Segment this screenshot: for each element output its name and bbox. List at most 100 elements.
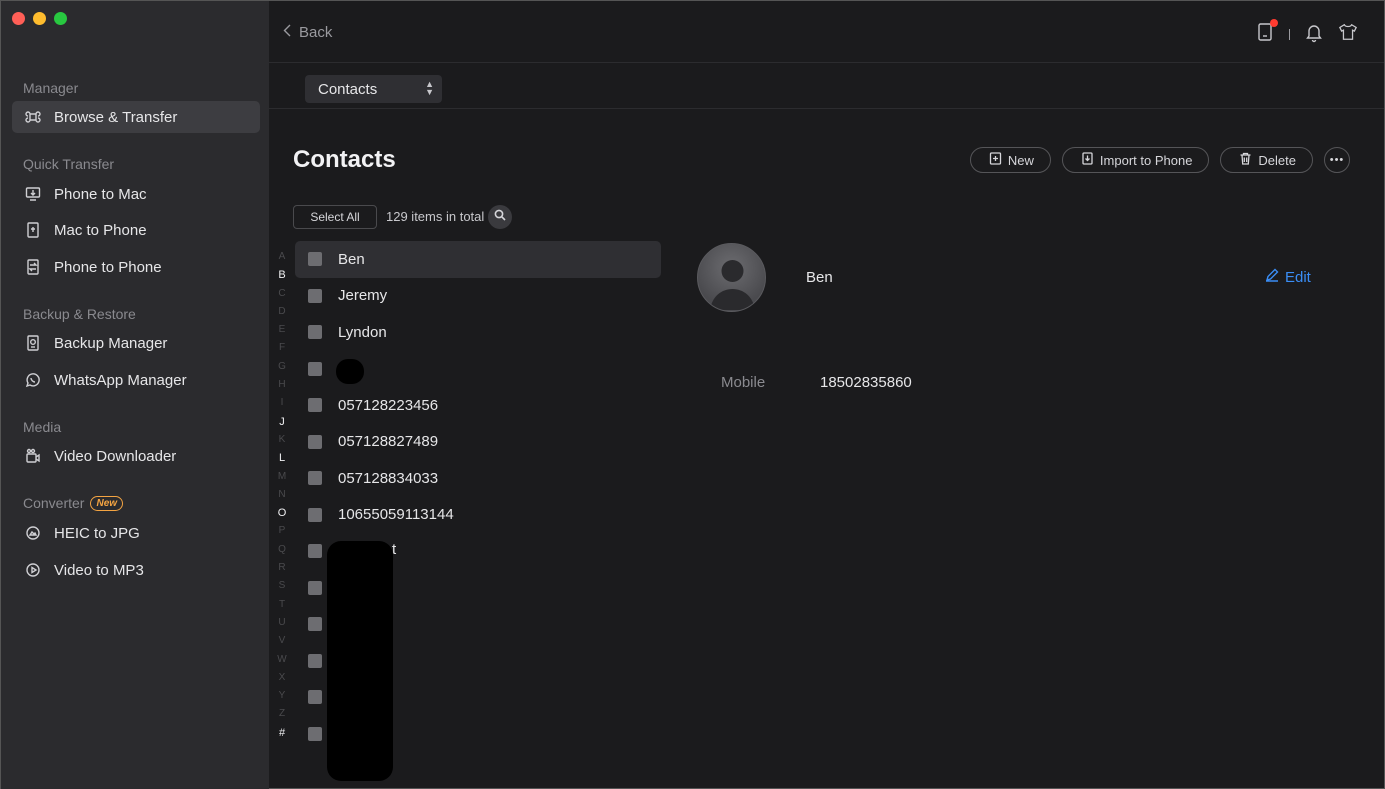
category-bar: Contacts ▲ ▼ bbox=[269, 63, 1384, 109]
phone-upload-icon bbox=[23, 220, 43, 240]
bell-icon[interactable] bbox=[1304, 21, 1324, 48]
redacted-area bbox=[336, 359, 364, 384]
contact-name: Lyndon bbox=[338, 323, 387, 341]
avatar bbox=[697, 243, 766, 312]
sidebar-item-mac-to-phone[interactable]: Mac to Phone bbox=[12, 214, 260, 246]
pencil-icon bbox=[1265, 268, 1279, 286]
alphabet-index-letter[interactable]: U bbox=[275, 614, 289, 632]
alphabet-index-letter[interactable]: J bbox=[275, 413, 289, 431]
alphabet-index-letter[interactable]: # bbox=[275, 724, 289, 742]
contact-checkbox[interactable] bbox=[308, 580, 322, 595]
contact-row[interactable]: 057128223456 bbox=[295, 387, 661, 424]
category-select-value: Contacts bbox=[318, 80, 378, 98]
contact-checkbox[interactable] bbox=[308, 361, 322, 376]
contact-detail-name: Ben bbox=[806, 269, 833, 286]
whatsapp-icon bbox=[23, 370, 43, 390]
alphabet-index-letter[interactable]: P bbox=[275, 522, 289, 540]
contact-checkbox[interactable] bbox=[308, 690, 322, 705]
alphabet-index-letter[interactable]: G bbox=[275, 358, 289, 376]
contact-row[interactable]: Jeremy bbox=[295, 278, 661, 315]
alphabet-index-letter[interactable]: S bbox=[275, 577, 289, 595]
alphabet-index-letter[interactable]: T bbox=[275, 596, 289, 614]
sidebar-item-label: Browse & Transfer bbox=[54, 108, 178, 126]
phone-transfer-icon bbox=[23, 257, 43, 277]
contact-checkbox[interactable] bbox=[308, 726, 322, 741]
contact-checkbox[interactable] bbox=[308, 544, 322, 559]
sidebar-item-whatsapp-manager[interactable]: WhatsApp Manager bbox=[12, 364, 260, 396]
contact-row[interactable]: Lyndon bbox=[295, 314, 661, 351]
alphabet-index-letter[interactable]: E bbox=[275, 321, 289, 339]
back-button[interactable]: Back bbox=[283, 24, 332, 41]
alphabet-index-letter[interactable]: C bbox=[275, 285, 289, 303]
close-window-button[interactable] bbox=[12, 12, 25, 25]
monitor-download-icon bbox=[23, 184, 43, 204]
select-all-button[interactable]: Select All bbox=[293, 205, 377, 229]
alphabet-index-letter[interactable]: L bbox=[275, 449, 289, 467]
tshirt-icon[interactable] bbox=[1338, 21, 1358, 48]
new-badge: New bbox=[90, 495, 124, 511]
alphabet-index-letter[interactable]: O bbox=[275, 504, 289, 522]
sidebar-item-label: Mac to Phone bbox=[54, 221, 147, 239]
sidebar-item-backup-manager[interactable]: Backup Manager bbox=[12, 327, 260, 359]
import-icon bbox=[1081, 152, 1094, 168]
minimize-window-button[interactable] bbox=[33, 12, 46, 25]
redacted-area bbox=[327, 541, 393, 781]
item-count: 129 items in total bbox=[386, 209, 485, 224]
sidebar: Manager Browse & Transfer Quick Transfer… bbox=[1, 1, 269, 789]
contact-row[interactable]: 057128827489 bbox=[295, 424, 661, 461]
contact-checkbox[interactable] bbox=[308, 507, 322, 522]
new-button[interactable]: New bbox=[969, 147, 1051, 173]
alphabet-index: A B C D E F G H I J K L M N O P Q R S T U V W X Y Z # bbox=[275, 248, 289, 742]
contact-checkbox[interactable] bbox=[308, 434, 322, 449]
alphabet-index-letter[interactable]: D bbox=[275, 303, 289, 321]
more-options-button[interactable]: ••• bbox=[1324, 147, 1350, 173]
category-select[interactable]: Contacts ▲ ▼ bbox=[305, 75, 442, 103]
alphabet-index-letter[interactable]: V bbox=[275, 632, 289, 650]
alphabet-index-letter[interactable]: R bbox=[275, 559, 289, 577]
section-title-quick-transfer: Quick Transfer bbox=[23, 156, 115, 172]
alphabet-index-letter[interactable]: W bbox=[275, 651, 289, 669]
edit-button[interactable]: Edit bbox=[1265, 268, 1311, 286]
search-icon bbox=[494, 208, 506, 226]
alphabet-index-letter[interactable]: K bbox=[275, 431, 289, 449]
search-button[interactable] bbox=[488, 205, 512, 229]
sidebar-item-phone-to-mac[interactable]: Phone to Mac bbox=[12, 178, 260, 210]
alphabet-index-letter[interactable]: H bbox=[275, 376, 289, 394]
alphabet-index-letter[interactable]: B bbox=[275, 266, 289, 284]
delete-button[interactable]: Delete bbox=[1220, 147, 1313, 173]
alphabet-index-letter[interactable]: I bbox=[275, 394, 289, 412]
mobile-label: Mobile bbox=[721, 374, 766, 391]
sidebar-item-browse-transfer[interactable]: Browse & Transfer bbox=[12, 101, 260, 133]
section-title-media: Media bbox=[23, 419, 62, 435]
sidebar-item-phone-to-phone[interactable]: Phone to Phone bbox=[12, 251, 260, 283]
alphabet-index-letter[interactable]: N bbox=[275, 486, 289, 504]
app-window: Manager Browse & Transfer Quick Transfer… bbox=[0, 0, 1385, 789]
contact-checkbox[interactable] bbox=[308, 252, 322, 267]
contact-row[interactable]: 057128834033 bbox=[295, 460, 661, 497]
sidebar-item-video-downloader[interactable]: Video Downloader bbox=[12, 440, 260, 472]
contact-checkbox[interactable] bbox=[308, 325, 322, 340]
contact-name: 10655059113144 bbox=[338, 506, 454, 524]
contact-checkbox[interactable] bbox=[308, 471, 322, 486]
alphabet-index-letter[interactable]: Y bbox=[275, 687, 289, 705]
alphabet-index-letter[interactable]: M bbox=[275, 468, 289, 486]
alphabet-index-letter[interactable]: A bbox=[275, 248, 289, 266]
alphabet-index-letter[interactable]: X bbox=[275, 669, 289, 687]
contact-row[interactable]: 10655059113144 bbox=[295, 497, 661, 534]
contact-checkbox[interactable] bbox=[308, 653, 322, 668]
contact-checkbox[interactable] bbox=[308, 398, 322, 413]
sidebar-item-video-to-mp3[interactable]: Video to MP3 bbox=[12, 554, 260, 586]
alphabet-index-letter[interactable]: F bbox=[275, 339, 289, 357]
mobile-value: 18502835860 bbox=[820, 374, 912, 391]
import-to-phone-button[interactable]: Import to Phone bbox=[1061, 147, 1210, 173]
sidebar-item-label: Phone to Mac bbox=[54, 185, 147, 203]
alphabet-index-letter[interactable]: Z bbox=[275, 705, 289, 723]
alphabet-index-letter[interactable]: Q bbox=[275, 541, 289, 559]
contact-checkbox[interactable] bbox=[308, 617, 322, 632]
device-icon[interactable] bbox=[1255, 19, 1278, 48]
contact-checkbox[interactable] bbox=[308, 288, 322, 303]
sidebar-item-heic-to-jpg[interactable]: HEIC to JPG bbox=[12, 517, 260, 549]
contact-row[interactable]: Ben bbox=[295, 241, 661, 278]
delete-button-label: Delete bbox=[1258, 152, 1296, 168]
zoom-window-button[interactable] bbox=[54, 12, 67, 25]
